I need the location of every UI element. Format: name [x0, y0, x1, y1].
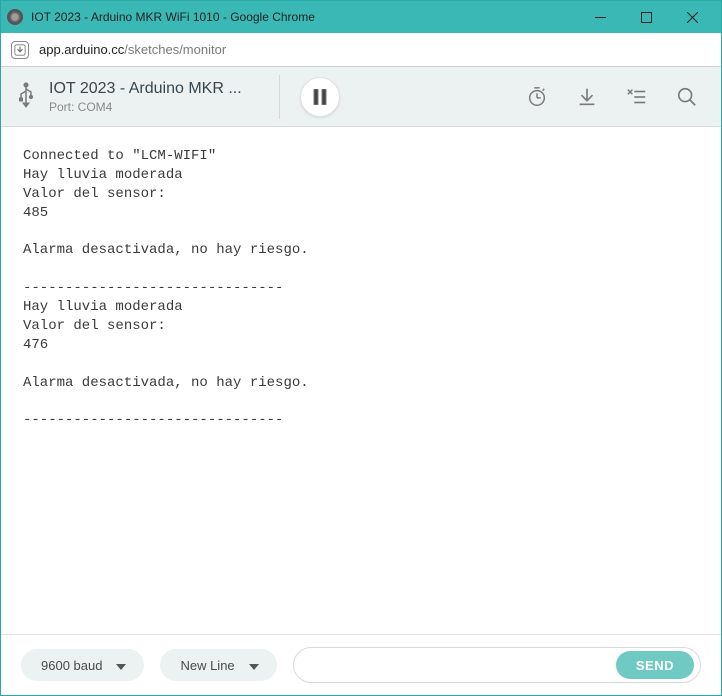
- monitor-footer: 9600 baud New Line SEND: [1, 634, 721, 695]
- serial-monitor-output[interactable]: Connected to "LCM-WIFI" Hay lluvia moder…: [1, 127, 721, 634]
- window-title: IOT 2023 - Arduino MKR WiFi 1010 - Googl…: [31, 10, 577, 24]
- minimize-button[interactable]: [577, 1, 623, 33]
- maximize-button[interactable]: [623, 1, 669, 33]
- baud-select[interactable]: 9600 baud: [21, 649, 144, 681]
- caret-down-icon: [249, 658, 259, 673]
- port-label: Port: COM4: [49, 100, 259, 114]
- send-label: SEND: [636, 658, 674, 673]
- url-text[interactable]: app.arduino.cc/sketches/monitor: [39, 42, 226, 57]
- download-button[interactable]: [569, 86, 605, 108]
- chrome-window: IOT 2023 - Arduino MKR WiFi 1010 - Googl…: [0, 0, 722, 696]
- send-input-container[interactable]: SEND: [293, 647, 701, 683]
- send-input[interactable]: [312, 657, 608, 673]
- toolbar-separator: [279, 75, 280, 119]
- sketch-name: IOT 2023 - Arduino MKR ...: [49, 80, 259, 98]
- monitor-toolbar: IOT 2023 - Arduino MKR ... Port: COM4: [1, 67, 721, 127]
- send-button[interactable]: SEND: [616, 651, 694, 679]
- baud-label: 9600 baud: [41, 658, 102, 673]
- page-favicon: [7, 9, 23, 25]
- line-ending-select[interactable]: New Line: [160, 649, 276, 681]
- line-ending-label: New Line: [180, 658, 234, 673]
- url-host: app.arduino.cc: [39, 42, 124, 57]
- close-button[interactable]: [669, 1, 715, 33]
- address-bar[interactable]: app.arduino.cc/sketches/monitor: [1, 33, 721, 67]
- search-button[interactable]: [669, 86, 705, 108]
- caret-down-icon: [116, 658, 126, 673]
- sketch-title-block[interactable]: IOT 2023 - Arduino MKR ... Port: COM4: [49, 80, 259, 114]
- clear-button[interactable]: [619, 86, 655, 108]
- titlebar: IOT 2023 - Arduino MKR WiFi 1010 - Googl…: [1, 1, 721, 33]
- timestamp-button[interactable]: [519, 86, 555, 108]
- url-path: /sketches/monitor: [124, 42, 226, 57]
- app-install-icon[interactable]: [11, 41, 29, 59]
- usb-icon: [17, 81, 35, 112]
- pause-button[interactable]: [300, 77, 340, 117]
